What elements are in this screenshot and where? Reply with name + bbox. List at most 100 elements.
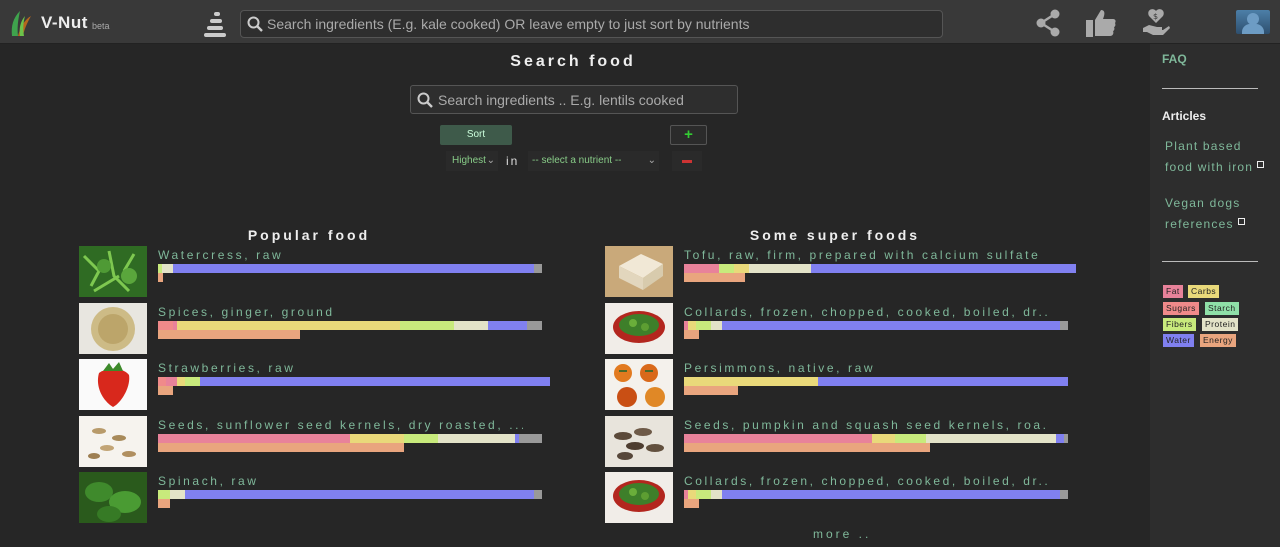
bar-segment-fat xyxy=(158,433,350,443)
bar-segment-fat xyxy=(684,433,873,443)
food-name[interactable]: Spinach, raw xyxy=(158,474,523,488)
brand-name[interactable]: V-Nut xyxy=(41,13,88,33)
bar-segment-protein xyxy=(710,320,723,330)
bar-segment-water xyxy=(488,320,527,330)
remove-sort-button[interactable] xyxy=(672,151,702,171)
article-link-iron[interactable]: Plant based food with iron xyxy=(1165,136,1265,178)
top-search-input[interactable] xyxy=(267,14,927,34)
nutrient-select[interactable]: -- select a nutrient -- ⌄ xyxy=(528,151,659,171)
energy-bar xyxy=(158,329,301,339)
food-name[interactable]: Collards, frozen, chopped, cooked, boile… xyxy=(684,474,1049,488)
nutrient-composition-bar xyxy=(158,377,550,386)
food-name[interactable]: Seeds, pumpkin and squash seed kernels, … xyxy=(684,418,1049,432)
bar-segment-fat xyxy=(684,264,719,273)
energy-bar xyxy=(158,386,174,395)
food-item[interactable]: Collards, frozen, chopped, cooked, boile… xyxy=(605,302,1075,355)
legend-protein: Protein xyxy=(1202,318,1239,331)
food-item[interactable]: Tofu, raw, firm, prepared with calcium s… xyxy=(605,246,1076,298)
bar-segment-fibers xyxy=(695,490,711,499)
article-label: Plant based food with iron xyxy=(1165,139,1254,174)
search-icon xyxy=(247,16,263,32)
nutrient-composition-bar xyxy=(158,264,542,273)
food-item[interactable]: Watercress, raw xyxy=(79,246,549,298)
food-item[interactable]: Collards, frozen, chopped, cooked, boile… xyxy=(605,472,1075,524)
food-thumbnail[interactable] xyxy=(79,359,147,410)
food-item[interactable]: Seeds, pumpkin and squash seed kernels, … xyxy=(605,415,1075,468)
energy-bar xyxy=(158,442,404,452)
nutrient-composition-bar xyxy=(684,320,1068,330)
article-label: Vegan dogs references xyxy=(1165,196,1241,231)
energy-bar xyxy=(158,273,164,282)
food-name[interactable]: Strawberries, raw xyxy=(158,361,523,375)
food-thumbnail[interactable] xyxy=(79,472,147,523)
food-name[interactable]: Collards, frozen, chopped, cooked, boile… xyxy=(684,305,1049,319)
search-icon xyxy=(417,92,433,108)
food-thumbnail[interactable] xyxy=(605,472,673,523)
bar-segment-water xyxy=(515,433,519,443)
bar-segment-carbs xyxy=(687,320,696,330)
beta-label: beta xyxy=(92,21,110,31)
bar-segment-fibers xyxy=(403,433,439,443)
bar-segment-water xyxy=(184,490,535,499)
food-thumbnail[interactable] xyxy=(605,302,673,354)
food-item[interactable]: Spinach, raw xyxy=(79,472,549,524)
food-thumbnail[interactable] xyxy=(79,246,147,297)
in-label: in xyxy=(506,154,520,168)
bar-segment-fibers xyxy=(895,433,926,443)
legend-carbs: Carbs xyxy=(1188,285,1220,298)
leaf-logo-icon[interactable] xyxy=(8,8,34,38)
bar-segment-water xyxy=(722,320,1061,330)
nutrient-composition-bar xyxy=(158,433,542,443)
sort-direction-select[interactable]: Highest ⌄ xyxy=(446,151,498,171)
divider xyxy=(1162,261,1258,262)
food-name[interactable]: Persimmons, native, raw xyxy=(684,361,1049,375)
add-sort-button[interactable]: + xyxy=(670,125,707,145)
food-item[interactable]: Persimmons, native, raw xyxy=(605,359,1075,411)
donate-icon[interactable]: $ xyxy=(1141,8,1171,38)
food-thumbnail[interactable] xyxy=(605,359,673,410)
menu-icon[interactable] xyxy=(203,11,227,37)
energy-bar xyxy=(158,499,170,508)
external-link-icon xyxy=(1257,161,1265,168)
main-search-input[interactable] xyxy=(438,90,728,110)
bar-segment-water xyxy=(818,377,1068,386)
super-foods-title: Some super foods xyxy=(749,227,921,243)
bar-segment-carbs xyxy=(872,433,896,443)
sort-button[interactable]: Sort xyxy=(440,125,512,145)
bar-segment-water xyxy=(1056,433,1065,443)
food-name[interactable]: Watercress, raw xyxy=(158,248,523,262)
bar-segment-fibers xyxy=(158,490,170,499)
avatar-icon[interactable] xyxy=(1236,10,1270,34)
food-thumbnail[interactable] xyxy=(605,415,673,467)
thumbs-up-icon[interactable] xyxy=(1085,8,1117,38)
food-name[interactable]: Seeds, sunflower seed kernels, dry roast… xyxy=(158,418,523,432)
food-item[interactable]: Seeds, sunflower seed kernels, dry roast… xyxy=(79,415,549,468)
bar-segment-carbs xyxy=(684,377,819,386)
food-thumbnail[interactable] xyxy=(605,246,673,297)
nutrient-composition-bar xyxy=(684,377,1068,386)
bar-segment-fat xyxy=(165,377,178,386)
food-name[interactable]: Spices, ginger, ground xyxy=(158,305,523,319)
energy-bar xyxy=(684,386,738,395)
articles-heading: Articles xyxy=(1162,109,1207,123)
nutrient-composition-bar xyxy=(158,320,542,330)
food-thumbnail[interactable] xyxy=(79,302,147,354)
external-link-icon xyxy=(1237,218,1245,225)
legend-water: Water xyxy=(1163,334,1194,347)
food-item[interactable]: Strawberries, raw xyxy=(79,359,550,411)
main-search-box[interactable] xyxy=(410,85,738,114)
bar-segment-protein xyxy=(161,264,174,273)
energy-bar xyxy=(684,273,746,282)
food-item[interactable]: Spices, ginger, ground xyxy=(79,302,549,355)
top-search-box[interactable] xyxy=(240,10,943,38)
more-link[interactable]: more .. xyxy=(813,527,871,541)
chevron-down-icon: ⌄ xyxy=(647,155,656,166)
bar-segment-fibers xyxy=(718,264,734,273)
legend-sugars: Sugars xyxy=(1163,302,1199,315)
share-icon[interactable] xyxy=(1034,8,1062,38)
food-thumbnail[interactable] xyxy=(79,415,147,467)
food-name[interactable]: Tofu, raw, firm, prepared with calcium s… xyxy=(684,248,1049,262)
faq-link[interactable]: FAQ xyxy=(1162,52,1187,66)
bar-segment-water xyxy=(173,264,535,273)
article-link-dogs[interactable]: Vegan dogs references xyxy=(1165,193,1265,235)
